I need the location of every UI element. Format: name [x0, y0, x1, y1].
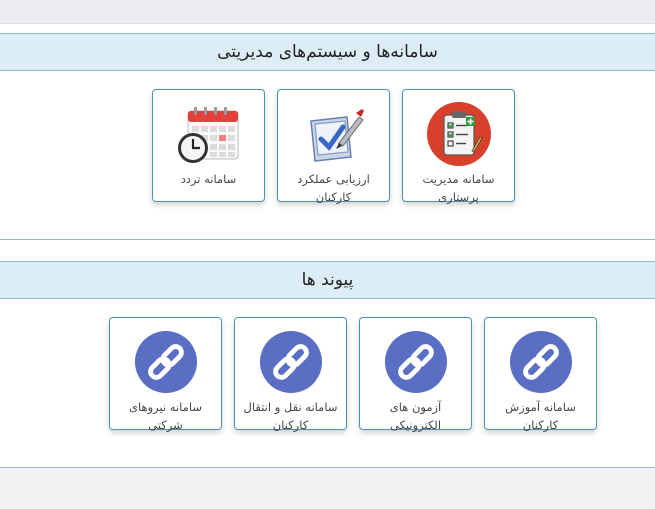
card-contract-staff[interactable]: سامانه نیروهای شرکتی	[109, 317, 222, 432]
section-header-links: پیوند ها	[0, 261, 655, 299]
card-attendance-system[interactable]: سامانه تردد	[152, 89, 265, 202]
card-label: سامانه تردد	[180, 172, 237, 186]
card-staff-transfer[interactable]: سامانه نقل و انتقال کارکنان	[234, 317, 347, 432]
top-bar	[0, 0, 655, 24]
link-icon	[509, 330, 572, 394]
clipboard-checklist-icon	[426, 102, 491, 166]
calendar-clock-icon	[177, 107, 238, 163]
card-label: سامانه نقل و انتقال کارکنان	[243, 400, 338, 432]
card-label: سامانه آموزش کارکنان	[505, 400, 576, 432]
card-electronic-exams[interactable]: آزمون های الکترونیکی	[359, 317, 472, 432]
section-header-systems: سامانه‌ها و سیستم‌های مدیریتی	[0, 33, 655, 71]
section-title-links: پیوند ها	[301, 270, 354, 290]
card-label: ارزیابی عملکرد کارکنان	[297, 172, 370, 204]
link-icon	[384, 330, 447, 394]
footer-area	[0, 468, 655, 509]
card-label: سامانه نیروهای شرکتی	[129, 400, 202, 432]
card-staff-training[interactable]: سامانه آموزش کارکنان	[484, 317, 597, 432]
card-nursing-management[interactable]: سامانه مدیریت پرستاری	[402, 89, 515, 204]
card-performance-evaluation[interactable]: ارزیابی عملکرد کارکنان	[277, 89, 390, 204]
checkbox-pen-icon	[309, 109, 364, 162]
link-icon	[134, 330, 197, 394]
link-icon	[259, 330, 322, 394]
card-label: سامانه مدیریت پرستاری	[422, 172, 495, 204]
section-title-systems: سامانه‌ها و سیستم‌های مدیریتی	[217, 42, 438, 62]
card-label: آزمون های الکترونیکی	[389, 400, 442, 432]
section-divider	[0, 239, 655, 240]
